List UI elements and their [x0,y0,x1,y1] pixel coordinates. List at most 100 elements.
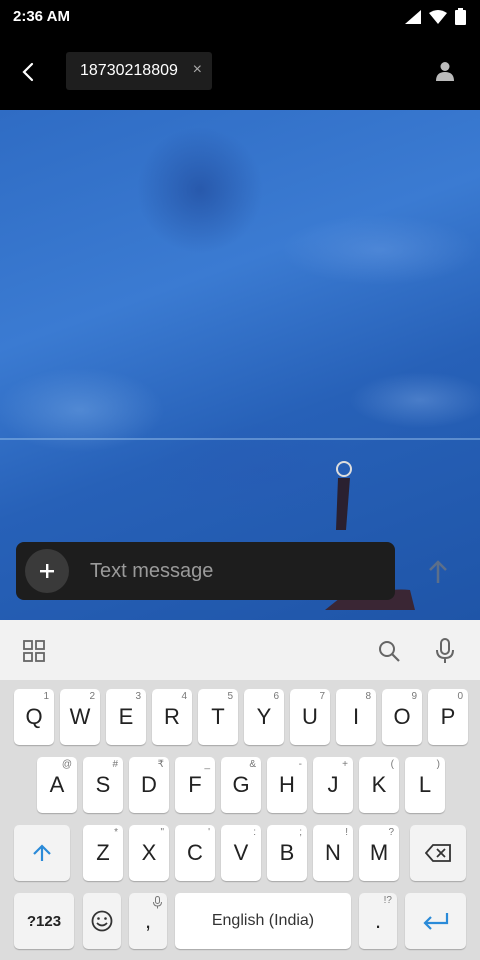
key-g[interactable]: & G [221,757,261,813]
symbols-key[interactable]: ?123 [14,893,74,949]
key-label: P [440,704,456,729]
key-hint: " [160,827,164,838]
key-z[interactable]: * Z [83,825,123,881]
key-f[interactable]: _ F [175,757,215,813]
key-j[interactable]: + J [313,757,353,813]
key-b[interactable]: ; B [267,825,307,881]
back-button[interactable] [8,52,48,92]
shift-key[interactable] [14,825,70,881]
key-label: R [164,704,180,729]
keyboard-toolbar [0,620,480,680]
app-bar: 18730218809 × [0,34,480,110]
mic-icon [436,638,454,663]
key-hint: 4 [181,691,187,702]
key-hint: 1 [43,691,49,702]
key-label: L [418,772,432,797]
key-q[interactable]: 1Q [14,689,54,745]
key-hint: !? [383,895,392,906]
wifi-icon [429,9,447,24]
key-hint: ? [388,827,394,838]
key-p[interactable]: 0P [428,689,468,745]
key-label: O [393,704,411,729]
key-u[interactable]: 7U [290,689,330,745]
key-label: I [352,704,360,729]
key-label: Q [25,704,43,729]
key-l[interactable]: ) L [405,757,445,813]
voice-input-button[interactable] [428,634,462,668]
status-icons [405,8,466,25]
key-label: Y [256,704,272,729]
key-c[interactable]: ' C [175,825,215,881]
key-hint: 2 [89,691,95,702]
emoji-key[interactable] [83,893,121,949]
signal-icon [405,9,421,24]
enter-icon [422,913,448,930]
recipient-chip[interactable]: 18730218809 × [66,52,212,90]
key-m[interactable]: ? M [359,825,399,881]
key-label: F [188,772,202,797]
backspace-icon [425,844,451,862]
shift-arrow-icon [33,844,51,861]
key-s[interactable]: # S [83,757,123,813]
space-key[interactable]: English (India) [175,893,351,949]
attach-button[interactable] [25,549,69,593]
key-hint: ; [299,827,302,838]
plus-icon [40,564,54,578]
key-y[interactable]: 6Y [244,689,284,745]
key-label: H [279,772,295,797]
key-label: J [327,772,339,797]
key-n[interactable]: ! N [313,825,353,881]
key-w[interactable]: 2W [60,689,100,745]
keyboard: 1Q 2W 3E 4R 5T 6Y 7U 8I 9O 0P @ A # S ₹ D _… [0,680,480,960]
enter-key[interactable] [405,893,466,949]
key-x[interactable]: " X [129,825,169,881]
key-label: T [211,704,225,729]
compose-bar [16,542,395,600]
wallpaper-streak [0,438,480,440]
grid-icon [23,640,45,662]
period-key[interactable]: !?. [359,893,397,949]
key-label: X [141,840,157,865]
keyboard-search-button[interactable] [372,634,406,668]
key-o[interactable]: 9O [382,689,422,745]
key-d[interactable]: ₹ D [129,757,169,813]
key-h[interactable]: -H [267,757,307,813]
remove-recipient-button[interactable]: × [193,61,202,79]
key-label: K [371,772,387,797]
key-label: W [69,704,91,729]
recipient-number: 18730218809 [80,62,178,79]
key-label: . [374,908,382,933]
key-hint: 9 [411,691,417,702]
key-r[interactable]: 4R [152,689,192,745]
key-label: , [144,908,152,933]
key-hint: 8 [365,691,371,702]
contact-button[interactable] [428,54,462,88]
key-label: U [302,704,318,729]
apps-grid-button[interactable] [17,634,51,668]
backspace-key[interactable] [410,825,466,881]
key-k[interactable]: (K [359,757,399,813]
key-i[interactable]: 8I [336,689,376,745]
key-v[interactable]: :V [221,825,261,881]
key-hint: ! [345,827,348,838]
message-input[interactable] [90,550,380,592]
key-hint: @ [61,759,72,770]
mic-icon [153,896,162,909]
key-a[interactable]: @ A [37,757,77,813]
key-hint: & [249,759,256,770]
key-label: M [369,840,389,865]
key-hint: ₹ [157,759,164,770]
send-button[interactable] [422,556,454,588]
key-hint: ' [208,827,210,838]
emoji-icon [91,910,113,932]
key-label: Z [96,840,110,865]
key-hint: + [342,759,348,770]
key-hint: 7 [319,691,325,702]
key-t[interactable]: 5T [198,689,238,745]
key-label: A [49,772,65,797]
key-hint: - [298,759,302,770]
comma-key[interactable]: , [129,893,167,949]
key-label: N [325,840,341,865]
key-e[interactable]: 3E [106,689,146,745]
key-label: ?123 [26,912,62,930]
